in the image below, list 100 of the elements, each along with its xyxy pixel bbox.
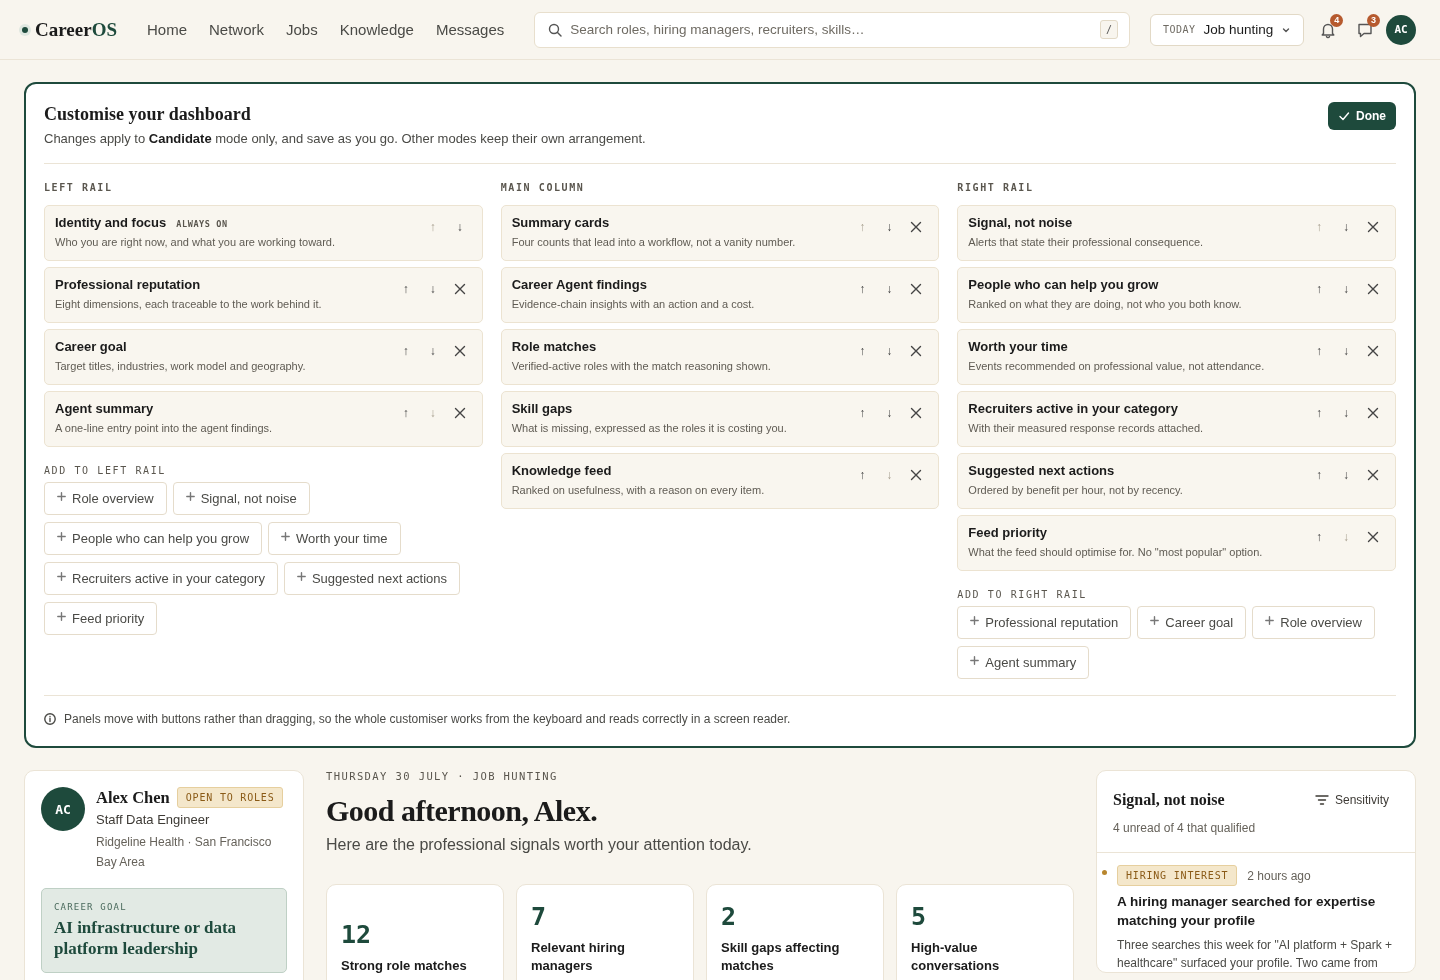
nav-link[interactable]: Jobs [286, 21, 318, 38]
move-down-button[interactable]: ↓ [877, 342, 902, 360]
move-up-button[interactable]: ↑ [393, 342, 418, 360]
panel-name: Feed priority [968, 525, 1048, 540]
stat-card[interactable]: 5 High-value conversations [896, 884, 1074, 980]
panel-name: Role matches [511, 339, 597, 354]
move-down-button[interactable]: ↓ [420, 342, 445, 360]
profile-avatar: AC [41, 787, 85, 831]
add-panel-button[interactable]: Signal, not noise [172, 482, 310, 515]
close-icon [453, 283, 466, 295]
greeting-title: Good afternoon, Alex. [326, 794, 599, 828]
close-icon [910, 283, 923, 295]
panel-name: Summary cards [511, 215, 610, 230]
close-icon [453, 345, 466, 357]
add-panel-button[interactable]: Recruiters active in your category [44, 562, 278, 595]
move-down-button[interactable]: ↓ [1334, 218, 1358, 236]
add-panel-button[interactable]: Professional reputation [957, 606, 1132, 639]
move-up-button[interactable]: ↑ [393, 280, 418, 298]
add-panel-button[interactable]: Career goal [1137, 606, 1247, 639]
date-line: THURSDAY 30 JULY · JOB HUNTING [326, 770, 559, 782]
move-up-button[interactable]: ↑ [850, 280, 875, 298]
close-icon [910, 469, 923, 481]
section-heading: ADD TO RIGHT RAIL [957, 589, 1088, 600]
move-down-button[interactable]: ↓ [877, 218, 902, 236]
add-panel-button[interactable]: Agent summary [957, 646, 1090, 679]
close-icon [1367, 345, 1379, 357]
greeting-subtitle: Here are the professional signals worth your attention today. [326, 836, 753, 854]
plus-icon [1150, 616, 1160, 625]
done-button[interactable]: Done [1328, 102, 1396, 130]
move-up-button[interactable]: ↑ [393, 404, 418, 422]
move-down-button[interactable]: ↓ [447, 218, 472, 236]
move-down-button[interactable]: ↓ [1334, 466, 1358, 484]
move-down-button[interactable]: ↓ [1334, 404, 1358, 422]
plus-icon [57, 492, 66, 501]
move-up-button[interactable]: ↑ [1307, 404, 1331, 422]
close-icon [1367, 407, 1379, 419]
add-panel-button[interactable]: Role overview [44, 482, 167, 515]
panel-name: Agent summary [55, 401, 154, 416]
plus-icon [57, 572, 66, 581]
panel-name: Career goal [55, 339, 127, 354]
stat-card[interactable]: 2 Skill gaps affecting matches [706, 884, 884, 980]
signal-tag: HIRING INTEREST [1117, 865, 1238, 886]
add-panel-button[interactable]: Worth your time [268, 522, 401, 555]
stat-card[interactable]: 12 Strong role matches [326, 884, 504, 980]
search-icon [548, 22, 563, 37]
add-panel-button[interactable]: Feed priority [44, 602, 158, 635]
close-icon [1367, 531, 1379, 543]
plus-icon [57, 612, 66, 621]
column-heading: MAIN COLUMN [500, 182, 586, 193]
move-up-button[interactable]: ↑ [1307, 466, 1331, 484]
stat-value: 5 [911, 902, 928, 931]
panel-name: Signal, not noise [968, 215, 1073, 230]
mode-dropdown[interactable]: TODAY Job hunting [1149, 13, 1305, 46]
profile-name: Alex Chen [96, 787, 170, 808]
check-icon [1338, 110, 1350, 122]
logo[interactable]: CareerOS [35, 18, 117, 41]
panel-name: Suggested next actions [968, 463, 1115, 478]
move-up-button[interactable]: ↑ [1307, 528, 1331, 546]
panel-description: Events recommended on professional value, not attendance. [968, 360, 1265, 372]
stat-label: High-value conversations [911, 939, 1001, 975]
nav-link[interactable]: Knowledge [339, 21, 414, 38]
messages-button[interactable]: 3 [1351, 15, 1378, 44]
nav-link[interactable]: Network [209, 21, 264, 38]
move-up-button[interactable]: ↑ [850, 466, 875, 484]
close-icon [910, 345, 923, 357]
add-panel-button[interactable]: People who can help you grow [44, 522, 263, 555]
stat-label: Relevant hiring managers [531, 939, 626, 975]
add-panel-button[interactable]: Suggested next actions [283, 562, 461, 595]
stat-card[interactable]: 7 Relevant hiring managers [516, 884, 694, 980]
move-up-button[interactable]: ↑ [850, 404, 875, 422]
close-icon [453, 407, 466, 419]
panel-description: A one-line entry point into the agent findings. [55, 422, 273, 434]
nav-link[interactable]: Messages [435, 21, 505, 38]
signal-title[interactable]: A hiring manager searched for expertise matching your profile [1117, 892, 1401, 930]
panel-title: Customise your dashboard [44, 104, 252, 125]
plus-icon [970, 616, 980, 625]
info-note: Panels move with buttons rather than dragging, so the whole customiser works from the keyboard and reads correctly in a screen reader. [64, 712, 791, 726]
always-on-label: ALWAYS ON [176, 219, 228, 229]
panel-name: Professional reputation [55, 277, 201, 292]
move-down-button[interactable]: ↓ [420, 280, 445, 298]
column-heading: LEFT RAIL [44, 182, 114, 193]
goal-title: AI infrastructure or data platform leadership [54, 917, 238, 959]
notifications-button[interactable]: 4 [1314, 15, 1342, 44]
move-down-button[interactable]: ↓ [1334, 280, 1358, 298]
move-up-button[interactable]: ↑ [850, 342, 875, 360]
move-down-button[interactable]: ↓ [877, 280, 902, 298]
stat-value: 12 [341, 920, 373, 949]
nav-link[interactable]: Home [147, 21, 187, 38]
panel-name: Recruiters active in your category [968, 401, 1178, 416]
sensitivity-button[interactable]: Sensitivity [1314, 793, 1399, 807]
panel-description: Ordered by benefit per hour, not by recency. [968, 484, 1183, 496]
move-down-button[interactable]: ↓ [1334, 342, 1358, 360]
move-up-button[interactable]: ↑ [1307, 342, 1331, 360]
move-up-button[interactable]: ↑ [1307, 280, 1331, 298]
add-panel-button[interactable]: Role overview [1252, 606, 1375, 639]
user-avatar[interactable]: AC [1386, 14, 1416, 45]
move-down-button[interactable]: ↓ [877, 404, 902, 422]
stat-label: Skill gaps affecting matches [721, 939, 841, 975]
panel-description: Who you are right now, and what you are working toward. [55, 236, 336, 248]
panel-description: Eight dimensions, each traceable to the work behind it. [55, 298, 322, 310]
